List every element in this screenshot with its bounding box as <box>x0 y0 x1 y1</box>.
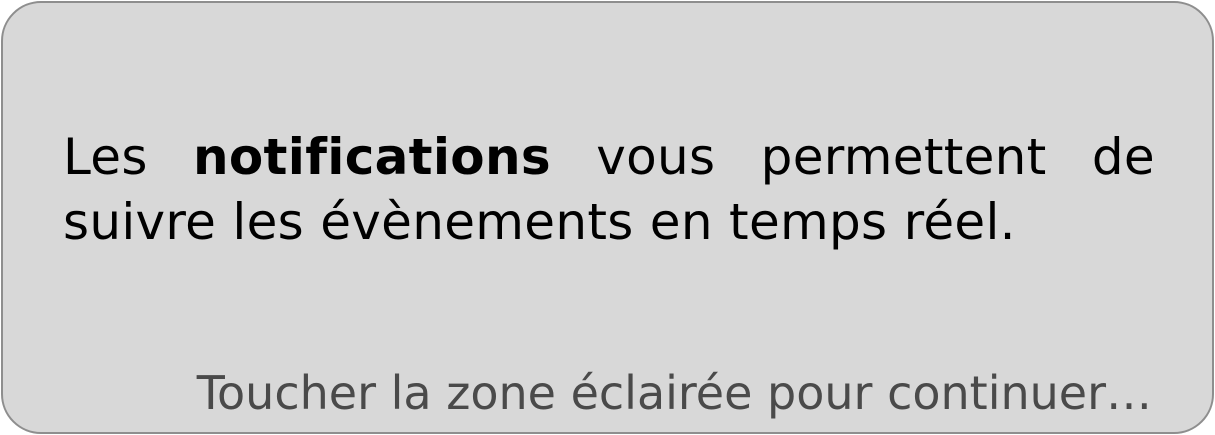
message-keyword: notifications <box>193 128 551 186</box>
onboarding-tooltip[interactable]: Les notifications vous permettent de sui… <box>1 1 1214 434</box>
continue-hint: Toucher la zone éclairée pour continuer… <box>196 366 1152 420</box>
message-text-start: Les <box>63 128 194 186</box>
tooltip-message: Les notifications vous permettent de sui… <box>63 125 1155 255</box>
